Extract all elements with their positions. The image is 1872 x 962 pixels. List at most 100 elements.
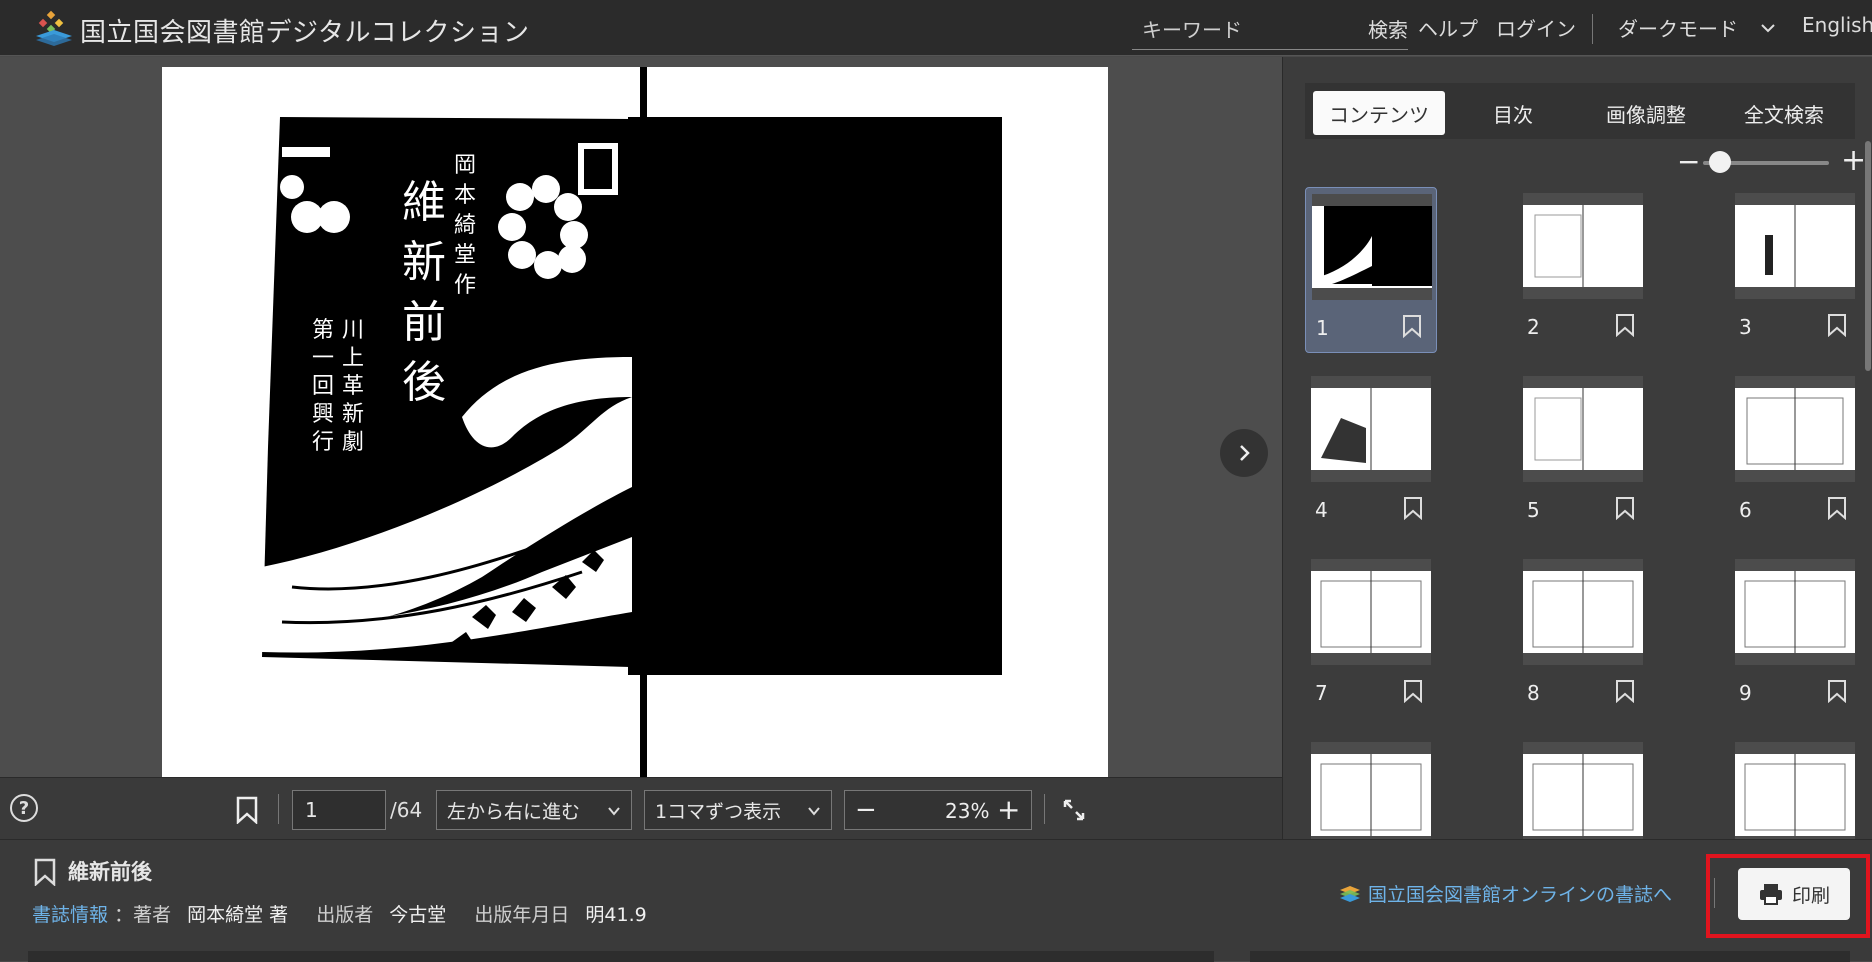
thumb-size-slider-knob[interactable] bbox=[1709, 151, 1731, 173]
svg-text:行: 行 bbox=[312, 430, 334, 455]
svg-text:一: 一 bbox=[312, 346, 334, 371]
direction-select[interactable]: 左から右に進む bbox=[436, 790, 632, 830]
next-page-button[interactable] bbox=[1220, 429, 1268, 477]
bookmark-icon[interactable] bbox=[1615, 496, 1635, 520]
help-link[interactable]: ヘルプ bbox=[1418, 13, 1478, 42]
bookmark-icon[interactable] bbox=[1827, 679, 1847, 703]
thumbnail-image bbox=[1311, 742, 1431, 839]
tab-image-adjust[interactable]: 画像調整 bbox=[1581, 91, 1711, 135]
bookmark-icon[interactable] bbox=[1615, 679, 1635, 703]
svg-text:綺: 綺 bbox=[454, 213, 476, 238]
thumbnail-image bbox=[1735, 559, 1855, 665]
bookmark-icon[interactable] bbox=[34, 858, 56, 886]
display-mode-select-value: 1コマずつ表示 bbox=[655, 800, 782, 823]
page-total: /64 bbox=[390, 798, 423, 822]
bib-info-link[interactable]: 書誌情報 bbox=[32, 904, 108, 926]
tab-contents[interactable]: コンテンツ bbox=[1313, 91, 1445, 135]
ndl-online-link-label: 国立国会図書館オンラインの書誌へ bbox=[1368, 884, 1673, 906]
search-button[interactable]: 検索 bbox=[1368, 14, 1408, 43]
svg-text:新: 新 bbox=[342, 402, 364, 427]
publisher-label: 出版者 bbox=[316, 904, 374, 926]
thumbnail-item[interactable]: 4 bbox=[1305, 370, 1437, 536]
bookmark-icon[interactable] bbox=[236, 796, 258, 824]
login-link[interactable]: ログイン bbox=[1496, 13, 1576, 42]
direction-select-value: 左から右に進む bbox=[447, 800, 581, 823]
book-cover-image: 維 新 前 後 岡本綺堂作 川上革新劇 第一回興行 bbox=[162, 67, 1108, 777]
tab-fulltext-search[interactable]: 全文検索 bbox=[1719, 91, 1849, 135]
svg-text:第: 第 bbox=[312, 318, 334, 343]
thumbnail-item[interactable]: 8 bbox=[1517, 553, 1649, 719]
zoom-value[interactable]: 23% bbox=[945, 799, 989, 823]
print-button[interactable]: 印刷 bbox=[1738, 868, 1850, 920]
svg-text:革: 革 bbox=[342, 374, 364, 399]
bookmark-icon[interactable] bbox=[1615, 313, 1635, 337]
bibliographic-meta: 書誌情報 ：著者 岡本綺堂 著 出版者 今古堂 出版年月日 明41.9 bbox=[32, 900, 647, 927]
zoom-out-button[interactable]: − bbox=[855, 795, 877, 825]
zoom-in-button[interactable]: + bbox=[997, 793, 1020, 826]
bookmark-icon[interactable] bbox=[1827, 496, 1847, 520]
site-title[interactable]: 国立国会図書館デジタルコレクション bbox=[80, 12, 529, 49]
image-viewer[interactable]: 維 新 前 後 岡本綺堂作 川上革新劇 第一回興行 bbox=[0, 57, 1298, 777]
thumbnail-item[interactable]: 3 bbox=[1729, 187, 1861, 353]
toolbar-divider bbox=[1044, 794, 1045, 824]
page-number-input[interactable] bbox=[292, 790, 386, 830]
bookmark-icon[interactable] bbox=[1403, 679, 1423, 703]
ndl-layers-icon bbox=[1340, 885, 1360, 902]
thumbnail-item[interactable]: 1 bbox=[1305, 187, 1437, 353]
thumb-size-decrease-button[interactable]: − bbox=[1677, 145, 1700, 178]
thumbnail-item[interactable]: 2 bbox=[1517, 187, 1649, 353]
svg-text:前: 前 bbox=[402, 297, 446, 348]
thumbnail-number: 5 bbox=[1527, 498, 1540, 522]
svg-text:興: 興 bbox=[312, 402, 334, 427]
svg-text:作: 作 bbox=[454, 273, 476, 298]
side-tabs: コンテンツ 目次 画像調整 全文検索 bbox=[1305, 83, 1855, 139]
svg-text:岡: 岡 bbox=[454, 153, 476, 178]
dark-mode-toggle[interactable]: ダークモード bbox=[1618, 13, 1738, 42]
author-label: ：著者 bbox=[114, 904, 172, 926]
thumbnail-number: 3 bbox=[1739, 315, 1752, 339]
thumbnail-number: 1 bbox=[1316, 316, 1329, 340]
svg-text:劇: 劇 bbox=[342, 430, 364, 455]
thumbnail-item[interactable]: 6 bbox=[1729, 370, 1861, 536]
search-input[interactable] bbox=[1132, 17, 1342, 42]
book-title: 維新前後 bbox=[68, 860, 152, 884]
tab-toc[interactable]: 目次 bbox=[1455, 91, 1571, 135]
thumbnail-item[interactable] bbox=[1305, 736, 1437, 839]
ndl-online-link[interactable]: 国立国会図書館オンラインの書誌へ bbox=[1338, 880, 1672, 907]
thumbnail-number: 8 bbox=[1527, 681, 1540, 705]
svg-text:後: 後 bbox=[402, 357, 446, 408]
thumbnail-image bbox=[1311, 376, 1431, 482]
thumbnail-item[interactable] bbox=[1517, 736, 1649, 839]
thumbnail-number: 4 bbox=[1315, 498, 1328, 522]
header-divider bbox=[1592, 14, 1593, 44]
thumbnail-item[interactable] bbox=[1729, 736, 1861, 839]
thumbnail-number: 9 bbox=[1739, 681, 1752, 705]
svg-text:上: 上 bbox=[342, 346, 364, 371]
thumbnail-number: 6 bbox=[1739, 498, 1752, 522]
thumbnail-number: 2 bbox=[1527, 315, 1540, 339]
chevron-down-icon[interactable] bbox=[1760, 20, 1776, 36]
thumbnail-item[interactable]: 5 bbox=[1517, 370, 1649, 536]
thumbnail-item[interactable]: 7 bbox=[1305, 553, 1437, 719]
page-image[interactable]: 維 新 前 後 岡本綺堂作 川上革新劇 第一回興行 bbox=[162, 67, 1108, 777]
thumbnail-image bbox=[1523, 376, 1643, 482]
language-link[interactable]: English bbox=[1802, 13, 1872, 37]
fullscreen-icon[interactable] bbox=[1062, 798, 1086, 822]
chevron-down-icon bbox=[808, 807, 820, 816]
bookmark-icon[interactable] bbox=[1827, 313, 1847, 337]
ndl-logo-icon[interactable] bbox=[34, 10, 74, 48]
search-box: 検索 bbox=[1132, 10, 1408, 50]
print-button-label: 印刷 bbox=[1791, 884, 1830, 907]
thumbnail-image bbox=[1523, 742, 1643, 839]
svg-text:本: 本 bbox=[454, 183, 476, 208]
top-header: 国立国会図書館デジタルコレクション 検索 ヘルプ ログイン ダークモード Eng… bbox=[0, 0, 1872, 56]
thumb-size-increase-button[interactable]: + bbox=[1841, 143, 1866, 178]
author-value: 岡本綺堂 著 bbox=[187, 904, 289, 926]
content-strip-right bbox=[1250, 951, 1850, 962]
display-mode-select[interactable]: 1コマずつ表示 bbox=[644, 790, 832, 830]
bookmark-icon[interactable] bbox=[1403, 496, 1423, 520]
bookmark-icon[interactable] bbox=[1402, 314, 1422, 338]
help-icon[interactable]: ? bbox=[10, 794, 38, 822]
thumbnail-item[interactable]: 9 bbox=[1729, 553, 1861, 719]
thumbnail-scrollbar[interactable] bbox=[1865, 141, 1871, 371]
